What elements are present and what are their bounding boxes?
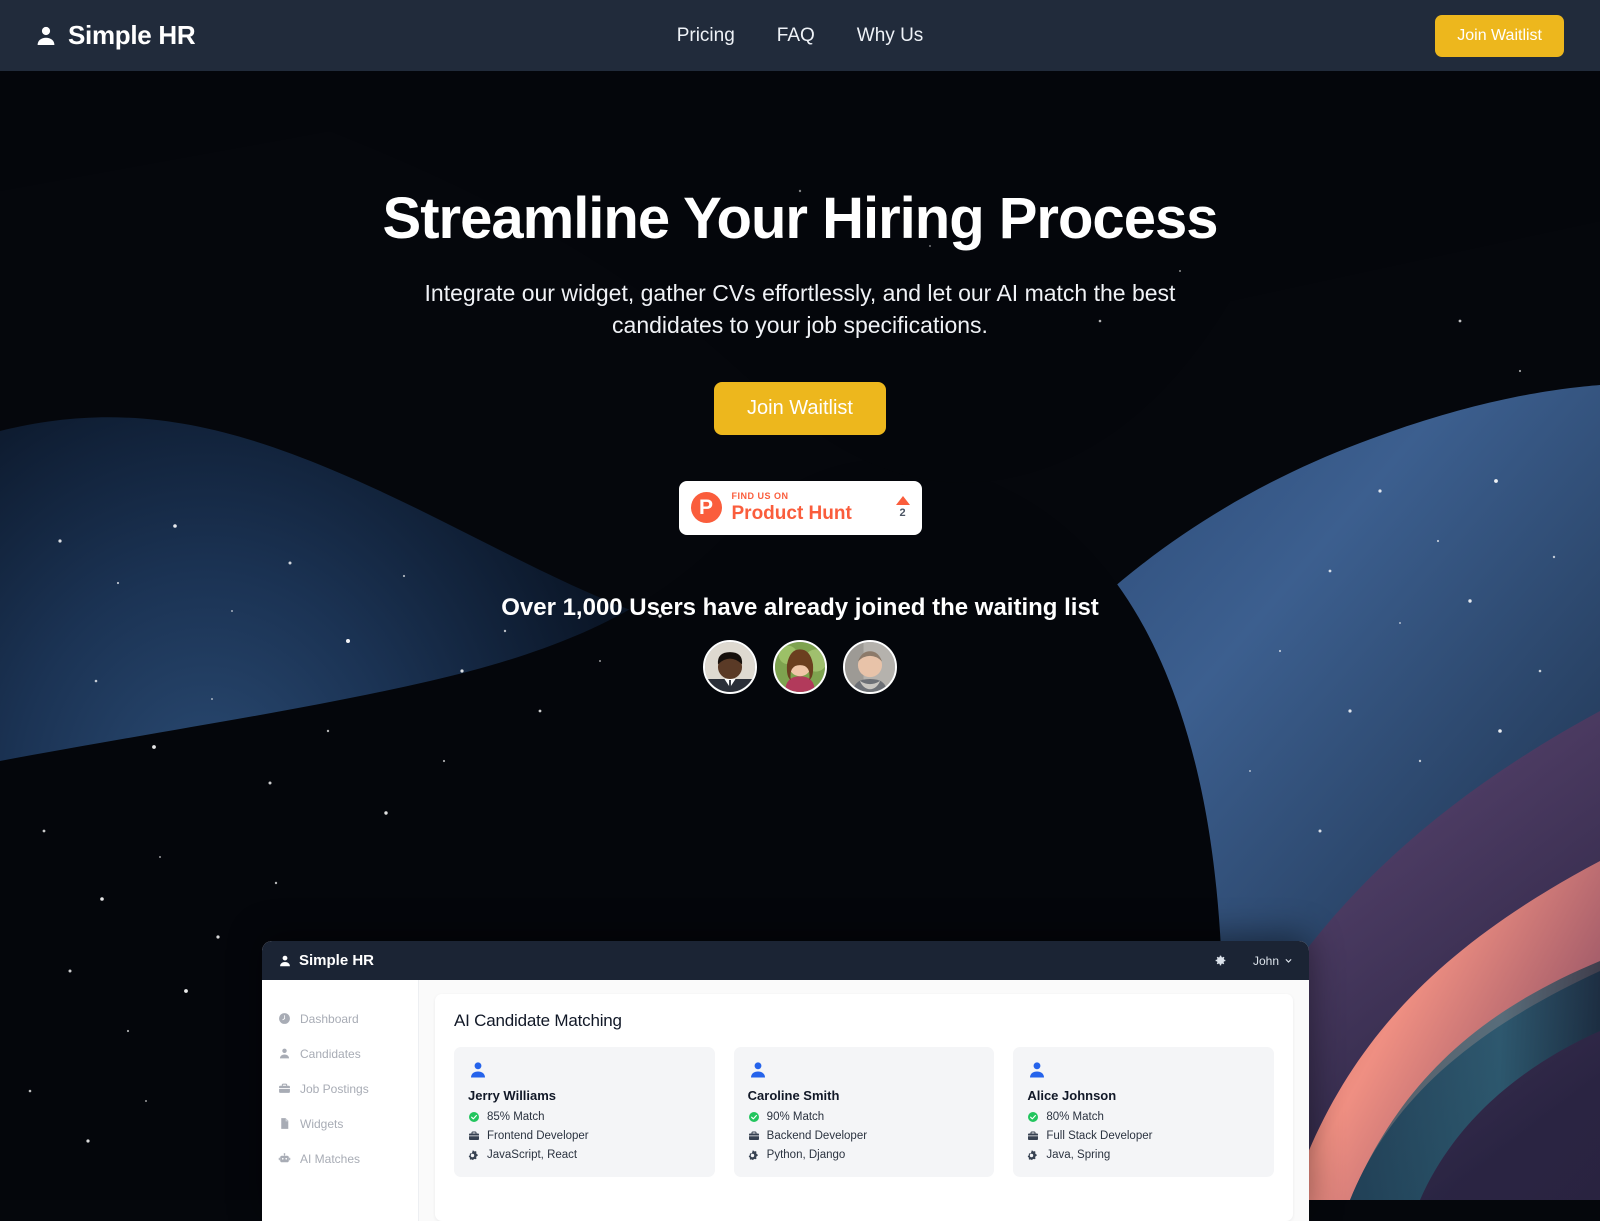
candidate-name: Jerry Williams: [468, 1088, 557, 1103]
hero-title: Streamline Your Hiring Process: [382, 186, 1219, 251]
robot-icon: [278, 1152, 291, 1165]
dashboard-preview: Simple HR John Dashboard Candidates Job …: [262, 941, 1309, 1221]
avatar-user-3: [843, 639, 897, 694]
gears-icon: [468, 1149, 480, 1161]
dashboard-sidebar: Dashboard Candidates Job Postings Widget…: [262, 980, 419, 1221]
candidate-skills-row: Java, Spring: [1027, 1149, 1260, 1161]
dashboard-body: Dashboard Candidates Job Postings Widget…: [262, 980, 1309, 1221]
candidate-skills-row: JavaScript, React: [468, 1149, 701, 1161]
candidate-skills: Java, Spring: [1046, 1149, 1111, 1161]
candidate-match: 80% Match: [1046, 1111, 1104, 1123]
avatar-user-1: [703, 639, 757, 694]
dashboard-user-name: John: [1252, 953, 1279, 968]
candidate-role-row: Frontend Developer: [468, 1130, 701, 1142]
product-hunt-badge[interactable]: P FIND US ON Product Hunt 2: [678, 480, 922, 535]
nav-links: Pricing FAQ Why Us: [677, 25, 924, 47]
check-circle-icon: [1027, 1111, 1039, 1123]
candidate-match: 85% Match: [487, 1111, 545, 1123]
sidebar-item-label: Job Postings: [300, 1081, 369, 1096]
candidate-role: Full Stack Developer: [1046, 1130, 1153, 1142]
product-hunt-text: FIND US ON Product Hunt: [731, 491, 852, 525]
nav-link-faq[interactable]: FAQ: [777, 25, 815, 47]
sidebar-item-ai-matches[interactable]: AI Matches: [262, 1141, 418, 1176]
sidebar-item-label: Widgets: [300, 1116, 344, 1131]
hero-content: Streamline Your Hiring Process Integrate…: [0, 71, 1600, 694]
sidebar-item-candidates[interactable]: Candidates: [262, 1036, 418, 1071]
avatar-user-2: [773, 639, 827, 694]
social-proof-avatars: [0, 639, 1600, 694]
candidate-card[interactable]: Caroline Smith 90% Match Backend Develop…: [733, 1047, 995, 1177]
gears-icon: [748, 1149, 760, 1161]
sidebar-item-label: Dashboard: [300, 1011, 359, 1026]
brand-name: Simple HR: [68, 20, 196, 50]
briefcase-icon: [1027, 1130, 1039, 1142]
hero-subtitle: Integrate our widget, gather CVs effortl…: [424, 279, 1176, 339]
candidate-role-row: Backend Developer: [748, 1130, 981, 1142]
product-hunt-upvote[interactable]: 2: [895, 496, 910, 520]
candidate-skills-row: Python, Django: [748, 1149, 981, 1161]
gear-icon[interactable]: [1214, 954, 1227, 967]
document-icon: [278, 1117, 291, 1130]
triangle-up-icon: [895, 496, 910, 506]
dashboard-topbar-actions: John: [1214, 954, 1293, 968]
check-circle-icon: [748, 1111, 760, 1123]
sidebar-item-widgets[interactable]: Widgets: [262, 1106, 418, 1141]
sidebar-item-job-postings[interactable]: Job Postings: [262, 1071, 418, 1106]
sidebar-item-label: Candidates: [300, 1046, 361, 1061]
candidate-role: Frontend Developer: [487, 1130, 589, 1142]
navbar: Simple HR Pricing FAQ Why Us Join Waitli…: [0, 0, 1600, 71]
candidate-match-row: 85% Match: [468, 1111, 701, 1123]
check-circle-icon: [468, 1111, 480, 1123]
sidebar-item-dashboard[interactable]: Dashboard: [262, 1001, 418, 1036]
candidate-card[interactable]: Alice Johnson 80% Match Full Stack Devel…: [1013, 1047, 1275, 1177]
nav-link-pricing[interactable]: Pricing: [677, 25, 735, 47]
candidate-match-row: 80% Match: [1027, 1111, 1260, 1123]
dashboard-user-menu[interactable]: John: [1253, 954, 1293, 968]
briefcase-icon: [748, 1130, 760, 1142]
briefcase-icon: [278, 1082, 291, 1095]
product-hunt-name: Product Hunt: [731, 503, 852, 525]
social-proof-text: Over 1,000 Users have already joined the…: [501, 593, 1099, 621]
candidate-cards: Jerry Williams 85% Match Frontend Develo…: [454, 1047, 1275, 1177]
candidate-card[interactable]: Jerry Williams 85% Match Frontend Develo…: [454, 1047, 715, 1177]
user-icon: [748, 1060, 981, 1080]
panel-title: AI Candidate Matching: [454, 1011, 622, 1030]
user-icon: [34, 24, 58, 48]
candidate-match-row: 90% Match: [748, 1111, 981, 1123]
candidate-name: Alice Johnson: [1027, 1088, 1117, 1103]
join-waitlist-button-nav[interactable]: Join Waitlist: [1435, 14, 1564, 57]
brand-logo[interactable]: Simple HR: [34, 20, 196, 51]
candidate-skills: JavaScript, React: [487, 1149, 578, 1161]
chevron-down-icon: [1284, 956, 1293, 965]
candidate-role: Backend Developer: [766, 1130, 868, 1142]
briefcase-icon: [468, 1130, 480, 1142]
nav-link-why-us[interactable]: Why Us: [857, 25, 924, 47]
user-icon: [1027, 1060, 1260, 1080]
product-hunt-eyebrow: FIND US ON: [731, 491, 789, 502]
clock-icon: [278, 1012, 291, 1025]
user-icon: [468, 1060, 701, 1080]
candidate-role-row: Full Stack Developer: [1027, 1130, 1260, 1142]
dashboard-brand[interactable]: Simple HR: [278, 952, 374, 969]
dashboard-brand-name: Simple HR: [299, 952, 375, 969]
candidate-name: Caroline Smith: [747, 1088, 840, 1103]
user-icon: [278, 1047, 291, 1060]
join-waitlist-button-hero[interactable]: Join Waitlist: [714, 381, 886, 435]
dashboard-main: AI Candidate Matching Jerry Williams 85%…: [419, 980, 1309, 1221]
candidate-skills: Python, Django: [766, 1149, 846, 1161]
gears-icon: [1027, 1149, 1039, 1161]
dashboard-topbar: Simple HR John: [262, 941, 1309, 980]
user-icon: [278, 954, 292, 968]
candidate-match: 90% Match: [766, 1111, 825, 1123]
sidebar-item-label: AI Matches: [300, 1151, 361, 1166]
product-hunt-upvote-count: 2: [899, 507, 906, 520]
ai-candidate-matching-panel: AI Candidate Matching Jerry Williams 85%…: [435, 994, 1293, 1221]
product-hunt-logo-icon: P: [690, 492, 722, 524]
